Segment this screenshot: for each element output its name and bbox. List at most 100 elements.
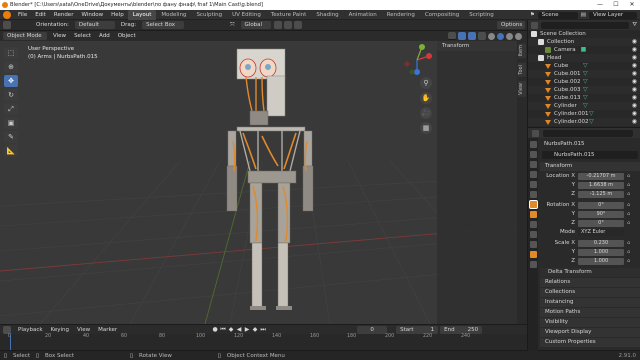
lock-icon[interactable]: ⌂ (627, 191, 633, 197)
object-tab-icon[interactable] (528, 200, 538, 209)
menu-edit[interactable]: Edit (31, 12, 50, 18)
visibility-icon[interactable] (448, 32, 456, 40)
outliner-row[interactable]: Cylinder.002 ▽ ◉ (528, 118, 640, 126)
perspective-toggle-icon[interactable]: ▦ (420, 122, 432, 134)
wireframe-shading-icon[interactable] (488, 32, 495, 40)
tab-compositing[interactable]: Compositing (420, 10, 464, 20)
lock-icon[interactable]: ⌂ (627, 211, 633, 217)
zoom-icon[interactable]: ⚲ (420, 77, 432, 89)
lock-icon[interactable]: ⌂ (627, 249, 633, 255)
transform-panel-header[interactable]: Transform (540, 162, 640, 171)
instancing-header[interactable]: Instancing (540, 298, 640, 307)
eye-icon[interactable]: ◉ (632, 38, 637, 46)
orientation-dropdown[interactable]: Default (74, 21, 115, 29)
drag-dropdown[interactable]: Select Box (142, 21, 185, 29)
jump-start-icon[interactable]: ⏮ (219, 326, 227, 334)
transform-space-dropdown[interactable]: Global (240, 21, 271, 29)
outliner-search-input[interactable] (541, 21, 630, 29)
editor-type-icon[interactable] (3, 21, 11, 29)
custom-properties-header[interactable]: Custom Properties (540, 338, 640, 347)
close-icon[interactable]: ✕ (624, 0, 640, 10)
output-tab-icon[interactable] (529, 161, 537, 168)
tool-tab-icon[interactable] (529, 141, 537, 148)
scene-tab-icon[interactable] (529, 181, 537, 188)
play-icon[interactable]: ▶ (243, 326, 251, 333)
proportional-edit-icon[interactable] (293, 21, 302, 29)
menu-add[interactable]: Add (95, 33, 114, 39)
tab-tool[interactable]: Tool (518, 63, 526, 77)
location-y-field[interactable]: 1.6638 m (578, 181, 624, 189)
lock-icon[interactable]: ⌂ (627, 258, 633, 264)
material-tab-icon[interactable] (529, 261, 537, 268)
eye-icon[interactable]: ◉ (632, 94, 637, 102)
outliner-editor-icon[interactable] (531, 21, 538, 29)
constraints-tab-icon[interactable] (529, 241, 537, 248)
measure-tool-icon[interactable]: 📐 (4, 145, 18, 157)
physics-tab-icon[interactable] (529, 231, 537, 238)
properties-search-input[interactable] (543, 129, 633, 137)
camera-view-icon[interactable]: 🎥 (420, 107, 432, 119)
outliner-row[interactable]: Cube.002 ▽ ◉ (528, 78, 640, 86)
annotate-tool-icon[interactable]: ✎ (4, 131, 18, 143)
menu-render[interactable]: Render (50, 12, 78, 18)
tab-animation[interactable]: Animation (344, 10, 382, 20)
menu-help[interactable]: Help (107, 12, 128, 18)
render-tab-icon[interactable] (529, 151, 537, 158)
tab-sculpting[interactable]: Sculpting (191, 10, 227, 20)
jump-end-icon[interactable]: ⏭ (259, 326, 267, 334)
outliner-row[interactable]: Head ◉ (528, 54, 640, 62)
eye-icon[interactable]: ◉ (632, 62, 637, 70)
mode-dropdown[interactable]: Object Mode (3, 32, 47, 40)
menu-playback[interactable]: Playback (14, 327, 47, 333)
relations-header[interactable]: Relations (540, 278, 640, 287)
n-panel-transform-header[interactable]: Transform (437, 41, 517, 51)
viewport-display-header[interactable]: Viewport Display (540, 328, 640, 337)
object-name-field[interactable]: NurbsPath.015 (542, 151, 638, 159)
rotation-y-field[interactable]: 90° (578, 210, 624, 218)
xray-toggle-icon[interactable] (478, 32, 486, 40)
start-frame-field[interactable]: Start 1 (396, 325, 439, 334)
outliner-row[interactable]: Cube.013 ▽ ◉ (528, 94, 640, 102)
eye-icon[interactable]: ◉ (632, 70, 637, 78)
outliner-row[interactable]: Cylinder ▽ ◉ (528, 102, 640, 110)
solid-shading-icon[interactable] (497, 32, 504, 40)
rotation-z-field[interactable]: 0° (578, 219, 624, 227)
overlay-toggle-icon[interactable] (468, 32, 476, 40)
navigation-gizmo[interactable] (400, 43, 434, 77)
lock-icon[interactable]: ⌂ (627, 173, 633, 179)
rotate-tool-icon[interactable]: ↻ (4, 89, 18, 101)
outliner-row[interactable]: Collection ◉ (528, 38, 640, 46)
scale-x-field[interactable]: 0.230 (578, 239, 624, 247)
scale-z-field[interactable]: 1.000 (578, 257, 624, 265)
material-shading-icon[interactable] (506, 32, 513, 40)
lock-icon[interactable]: ⌂ (627, 182, 633, 188)
tab-view[interactable]: View (518, 81, 526, 97)
eye-icon[interactable]: ◉ (632, 86, 637, 94)
pivot-icon[interactable] (273, 21, 282, 29)
eye-icon[interactable]: ◉ (632, 118, 637, 126)
collections-header[interactable]: Collections (540, 288, 640, 297)
tab-layout[interactable]: Layout (127, 9, 157, 20)
outliner-row[interactable]: Camera ■ ◉ (528, 46, 640, 54)
pan-hand-icon[interactable]: ✋ (420, 92, 432, 104)
tab-uv-editing[interactable]: UV Editing (227, 10, 266, 20)
motion-paths-header[interactable]: Motion Paths (540, 308, 640, 317)
move-tool-icon[interactable]: ✥ (4, 75, 18, 87)
3d-viewport[interactable]: User Perspective (0) Arms | NurbsPath.01… (0, 41, 527, 324)
scene-selector[interactable]: Scene (537, 11, 578, 19)
filter-icon[interactable]: ⛛ (632, 22, 637, 29)
prev-keyframe-icon[interactable]: ◆ (227, 326, 235, 333)
next-keyframe-icon[interactable]: ◆ (251, 326, 259, 333)
world-tab-icon[interactable] (529, 191, 537, 198)
minimize-icon[interactable]: — (592, 0, 608, 10)
view-layer-tab-icon[interactable] (529, 171, 537, 178)
lock-icon[interactable]: ⌂ (627, 202, 633, 208)
rendered-shading-icon[interactable] (515, 32, 522, 40)
menu-timeline-view[interactable]: View (73, 327, 94, 333)
outliner-row[interactable]: Cylinder.001 ▽ ◉ (528, 110, 640, 118)
outliner-row[interactable]: Cube ▽ ◉ (528, 62, 640, 70)
transform-tool-icon[interactable]: ▣ (4, 117, 18, 129)
select-box-tool-icon[interactable]: ⬚ (4, 47, 18, 59)
tab-texture-paint[interactable]: Texture Paint (266, 10, 312, 20)
properties-editor-icon[interactable] (532, 129, 539, 137)
